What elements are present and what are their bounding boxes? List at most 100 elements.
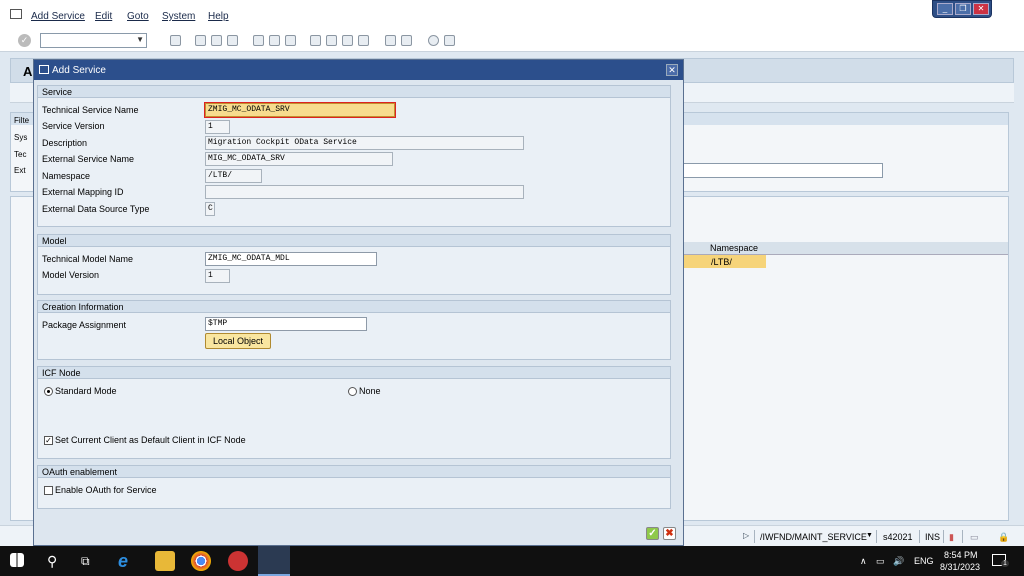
external-data-source-type-label: External Data Source Type bbox=[42, 204, 150, 214]
ime-indicator[interactable]: ENG bbox=[914, 556, 934, 566]
model-version-label: Model Version bbox=[42, 270, 100, 280]
clock-date[interactable]: 8/31/2023 bbox=[940, 562, 980, 572]
default-client-label[interactable]: Set Current Client as Default Client in … bbox=[55, 433, 246, 447]
standard-mode-label[interactable]: Standard Mode bbox=[55, 384, 117, 398]
none-radio[interactable] bbox=[348, 387, 357, 396]
creation-information-group: Creation Information Package Assignment … bbox=[37, 300, 671, 360]
app-menu-icon[interactable] bbox=[10, 9, 22, 19]
shortcut-icon[interactable] bbox=[401, 35, 412, 46]
minimize-button[interactable]: _ bbox=[937, 3, 953, 15]
help-icon[interactable] bbox=[428, 35, 439, 46]
model-group-heading: Model bbox=[38, 235, 670, 247]
status-divider bbox=[919, 530, 920, 543]
chevron-up-icon[interactable]: ∧ bbox=[860, 556, 867, 567]
namespace-field: /LTB/ bbox=[205, 169, 262, 183]
namespace-label: Namespace bbox=[42, 171, 91, 181]
find-icon[interactable] bbox=[269, 35, 280, 46]
menu-goto[interactable]: Goto bbox=[127, 11, 149, 22]
technical-model-name-label: Technical Model Name bbox=[42, 254, 134, 264]
external-data-source-type-field: C bbox=[205, 202, 215, 216]
sap-logon-icon[interactable] bbox=[228, 551, 248, 571]
back-icon[interactable] bbox=[195, 35, 206, 46]
dialog-footer: ✓ ✖ bbox=[34, 523, 683, 545]
task-view-icon[interactable]: ⧉ bbox=[81, 551, 101, 571]
chart-icon[interactable]: ▮ bbox=[949, 532, 954, 543]
service-version-field: 1 bbox=[205, 120, 230, 134]
chevron-down-icon[interactable]: ▼ bbox=[136, 35, 144, 44]
print-icon[interactable] bbox=[253, 35, 264, 46]
last-page-icon[interactable] bbox=[358, 35, 369, 46]
network-icon[interactable]: ▭ bbox=[876, 556, 885, 567]
menu-system[interactable]: System bbox=[162, 11, 195, 22]
technical-model-name-input[interactable]: ZMIG_MC_ODATA_MDL bbox=[205, 252, 377, 266]
enable-oauth-checkbox[interactable] bbox=[44, 486, 53, 495]
file-explorer-icon[interactable] bbox=[155, 551, 175, 571]
find-next-icon[interactable] bbox=[285, 35, 296, 46]
exit-icon[interactable] bbox=[211, 35, 222, 46]
filter-row-label: Tec bbox=[14, 150, 27, 159]
new-session-icon[interactable] bbox=[385, 35, 396, 46]
description-field: Migration Cockpit OData Service bbox=[205, 136, 524, 150]
close-window-button[interactable]: ✕ bbox=[973, 3, 989, 15]
lock-icon[interactable]: 🔒 bbox=[998, 532, 1009, 543]
previous-page-icon[interactable] bbox=[326, 35, 337, 46]
local-object-button[interactable]: Local Object bbox=[205, 333, 272, 349]
external-service-name-label: External Service Name bbox=[42, 154, 135, 164]
technical-service-name-input[interactable]: ZMIG_MC_ODATA_SRV bbox=[204, 102, 396, 118]
standard-toolbar: ✓ ▼ bbox=[0, 30, 1024, 52]
clock-time[interactable]: 8:54 PM bbox=[944, 550, 978, 560]
icf-node-heading: ICF Node bbox=[38, 367, 670, 379]
technical-service-name-label: Technical Service Name bbox=[42, 105, 139, 115]
cancel-button[interactable]: ✖ bbox=[663, 527, 676, 540]
sap-gui-active-icon[interactable] bbox=[258, 546, 290, 576]
status-transaction[interactable]: /IWFND/MAINT_SERVICE bbox=[760, 532, 867, 542]
save-icon[interactable] bbox=[170, 35, 181, 46]
add-service-dialog: Add Service ✕ Service Technical Service … bbox=[33, 59, 684, 546]
layout-menu-icon[interactable] bbox=[444, 35, 455, 46]
search-icon[interactable]: ⚲ bbox=[47, 551, 67, 571]
status-divider bbox=[943, 530, 944, 543]
status-mode[interactable]: INS bbox=[925, 532, 940, 542]
enter-icon[interactable]: ✓ bbox=[18, 34, 31, 47]
standard-mode-radio[interactable] bbox=[44, 387, 53, 396]
filter-row-label: Sys bbox=[14, 133, 28, 142]
edge-icon[interactable]: e bbox=[118, 551, 138, 571]
cancel-icon[interactable] bbox=[227, 35, 238, 46]
menu-add-service[interactable]: Add Service bbox=[31, 11, 85, 22]
start-icon[interactable] bbox=[10, 553, 24, 567]
next-page-icon[interactable] bbox=[342, 35, 353, 46]
package-assignment-label: Package Assignment bbox=[42, 320, 127, 330]
default-client-checkbox[interactable]: ✓ bbox=[44, 436, 53, 445]
enable-oauth-label[interactable]: Enable OAuth for Service bbox=[55, 483, 157, 497]
restore-button[interactable]: ❐ bbox=[955, 3, 971, 15]
description-label: Description bbox=[42, 138, 88, 148]
continue-button[interactable]: ✓ bbox=[646, 527, 659, 540]
menu-help[interactable]: Help bbox=[208, 11, 229, 22]
play-icon[interactable]: ▷ bbox=[743, 531, 749, 540]
background-filter-input[interactable] bbox=[682, 163, 883, 178]
connection-icon[interactable]: ▭ bbox=[970, 532, 979, 543]
notification-count: 1 bbox=[1001, 560, 1009, 567]
none-label[interactable]: None bbox=[359, 384, 381, 398]
creation-information-heading: Creation Information bbox=[38, 301, 670, 313]
grid-column-namespace[interactable]: Namespace bbox=[710, 243, 758, 253]
window-controls: _ ❐ ✕ bbox=[932, 0, 992, 18]
chevron-down-icon[interactable]: ▼ bbox=[866, 532, 873, 539]
dialog-window-icon bbox=[39, 65, 49, 74]
background-title: A bbox=[23, 64, 33, 79]
dialog-close-button[interactable]: ✕ bbox=[666, 64, 678, 76]
volume-icon[interactable]: 🔊 bbox=[893, 556, 904, 567]
command-field[interactable]: ▼ bbox=[40, 33, 147, 48]
dialog-title-bar[interactable]: Add Service ✕ bbox=[34, 60, 683, 80]
status-divider bbox=[962, 530, 963, 543]
grid-cell-namespace: /LTB/ bbox=[711, 257, 732, 267]
oauth-enablement-group: OAuth enablement Enable OAuth for Servic… bbox=[37, 465, 671, 509]
filter-panel-label: Filte bbox=[14, 116, 30, 125]
package-assignment-input[interactable]: $TMP bbox=[205, 317, 367, 331]
first-page-icon[interactable] bbox=[310, 35, 321, 46]
service-version-label: Service Version bbox=[42, 121, 105, 131]
menu-bar: Add Service Edit Goto System Help _ ❐ ✕ bbox=[0, 0, 1024, 30]
menu-edit[interactable]: Edit bbox=[95, 11, 112, 22]
chrome-icon[interactable] bbox=[191, 551, 211, 571]
status-divider bbox=[754, 530, 755, 543]
